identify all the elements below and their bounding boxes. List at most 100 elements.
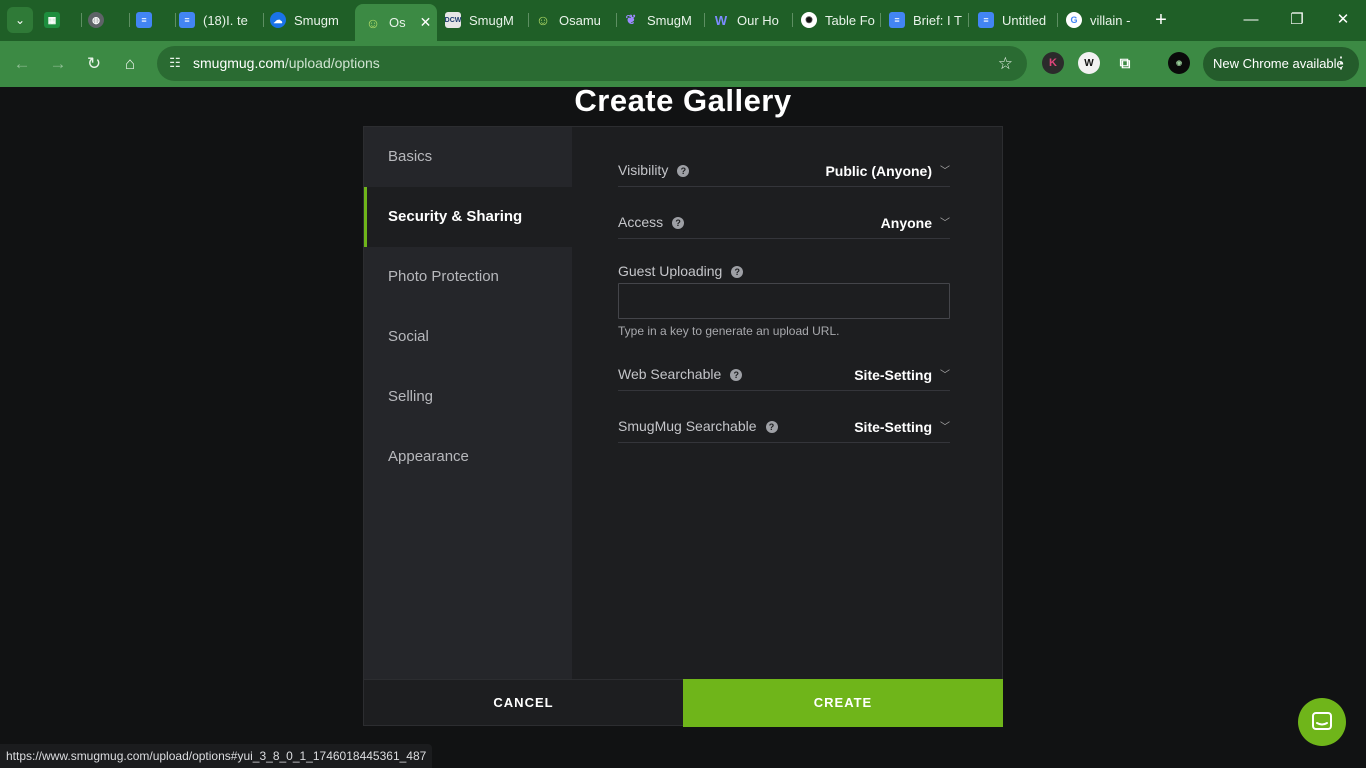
openai-icon: ✺ (801, 12, 817, 28)
chevron-down-icon: ⌄ (14, 13, 26, 27)
cloud-icon: ☁ (270, 12, 286, 28)
smugmug-icon: ☺ (535, 12, 551, 28)
docs-icon: ≡ (179, 12, 195, 28)
restore-icon[interactable]: ❐ (1285, 8, 1309, 32)
web-searchable-row: Web Searchable? Site-Setting ﹀ (618, 357, 950, 391)
tab-title: villain - (1090, 12, 1131, 28)
profile-avatar[interactable]: ◉ (1168, 52, 1190, 74)
browser-toolbar: ← → ↻ ⌂ ☷ smugmug.com/upload/options ☆ K… (0, 41, 1366, 87)
smugmug-icon: ☺ (365, 14, 381, 31)
tab-smugmug-cloud[interactable]: ☁ Smugm (270, 5, 352, 35)
smugmug-searchable-row: SmugMug Searchable? Site-Setting ﹀ (618, 409, 950, 443)
guest-uploading-hint: Type in a key to generate an upload URL. (618, 324, 840, 338)
minimize-icon[interactable]: — (1239, 8, 1263, 32)
chevron-down-icon: ﹀ (940, 218, 950, 229)
url-text[interactable]: smugmug.com/upload/options (193, 55, 380, 71)
page-title: Create Gallery (574, 83, 792, 118)
nav-photo-protection[interactable]: Photo Protection (364, 247, 572, 307)
feather-icon: ❦ (625, 12, 637, 27)
visibility-label: Visibility? (618, 162, 690, 178)
nav-basics[interactable]: Basics (364, 127, 572, 187)
security-settings-panel: Visibility? Public (Anyone) ﹀ Access? Any… (572, 127, 1002, 679)
google-icon: G (1066, 12, 1082, 28)
tab-title: Untitled (1002, 12, 1047, 28)
tab-title: Smugm (294, 12, 339, 28)
help-icon[interactable]: ? (765, 421, 778, 433)
bookmark-star-icon[interactable]: ☆ (998, 54, 1013, 74)
visibility-row: Visibility? Public (Anyone) ﹀ (618, 153, 950, 187)
nav-selling[interactable]: Selling (364, 367, 572, 427)
help-icon[interactable]: ? (672, 217, 685, 229)
tab-title: SmugM (647, 12, 692, 28)
tab-villain[interactable]: G villain - (1066, 5, 1142, 35)
smugmug-searchable-select[interactable]: Site-Setting ﹀ (854, 418, 950, 435)
tab-brief[interactable]: ≡ Brief: I T (889, 5, 969, 35)
dcw-icon: DCW (445, 12, 461, 28)
chrome-update-button[interactable]: New Chrome available ⋮ (1203, 47, 1359, 81)
status-bar-url: https://www.smugmug.com/upload/options#y… (0, 744, 433, 768)
guest-uploading-label: Guest Uploading? (618, 263, 744, 279)
tab-title: Table Fo (825, 12, 875, 28)
tab-title: Osamu (559, 12, 601, 28)
tab-title: SmugM (469, 12, 514, 28)
guest-uploading-input[interactable] (618, 283, 950, 319)
tab-osamu[interactable]: ☺ Osamu (535, 5, 617, 35)
tab-docs-2[interactable]: ≡ (18)I. te (179, 5, 264, 35)
forward-icon[interactable]: → (46, 52, 70, 76)
tab-active[interactable]: ☺ Os ✕ (355, 4, 437, 41)
nav-social[interactable]: Social (364, 307, 572, 367)
nav-security-sharing[interactable]: Security & Sharing (364, 187, 572, 247)
new-tab-button[interactable]: + (1151, 8, 1171, 32)
dialog-footer: CANCEL CREATE (364, 679, 1003, 727)
menu-dots-icon[interactable]: ⋮ (1333, 47, 1349, 81)
extension-w-icon[interactable]: W (1078, 52, 1100, 74)
tab-docs-1[interactable]: ≡ (136, 5, 176, 35)
help-icon[interactable]: ? (730, 369, 743, 381)
tab-search-button[interactable]: ⌄ (7, 7, 33, 33)
back-icon[interactable]: ← (10, 52, 34, 76)
tab-sheets[interactable]: ▦ (44, 5, 82, 35)
create-button[interactable]: CREATE (683, 679, 1003, 727)
web-searchable-label: Web Searchable? (618, 366, 743, 382)
reload-icon[interactable]: ↻ (82, 52, 106, 76)
chat-icon (1312, 712, 1332, 730)
close-tab-icon[interactable]: ✕ (420, 14, 432, 31)
access-select[interactable]: Anyone ﹀ (881, 214, 950, 231)
tab-globe[interactable]: ◍ (88, 5, 130, 35)
cancel-button[interactable]: CANCEL (364, 680, 683, 726)
access-row: Access? Anyone ﹀ (618, 205, 950, 239)
close-window-icon[interactable]: ✕ (1331, 8, 1355, 32)
address-bar[interactable]: ☷ smugmug.com/upload/options ☆ (157, 46, 1027, 81)
chevron-down-icon: ﹀ (940, 370, 950, 381)
chat-support-button[interactable] (1298, 698, 1346, 746)
visibility-select[interactable]: Public (Anyone) ﹀ (825, 162, 950, 179)
tab-title: Os (389, 15, 406, 30)
sheets-icon: ▦ (44, 12, 60, 28)
web-searchable-select[interactable]: Site-Setting ﹀ (854, 366, 950, 383)
docs-icon: ≡ (136, 12, 152, 28)
chevron-down-icon: ﹀ (940, 166, 950, 177)
tab-title: Our Ho (737, 12, 779, 28)
site-info-icon[interactable]: ☷ (167, 55, 183, 71)
home-icon[interactable]: ⌂ (118, 52, 142, 76)
nav-appearance[interactable]: Appearance (364, 427, 572, 487)
extensions-puzzle-icon[interactable]: ⧉ (1114, 52, 1136, 74)
docs-icon: ≡ (889, 12, 905, 28)
help-icon[interactable]: ? (677, 165, 690, 177)
tab-title: (18)I. te (203, 12, 248, 28)
chevron-down-icon: ﹀ (940, 422, 950, 433)
extension-k-icon[interactable]: K (1042, 52, 1064, 74)
update-label: New Chrome available (1213, 56, 1344, 71)
settings-sidenav: Basics Security & Sharing Photo Protecti… (364, 127, 572, 679)
globe-icon: ◍ (88, 12, 104, 28)
tab-smugmug-dcw[interactable]: DCW SmugM (445, 5, 529, 35)
tab-untitled[interactable]: ≡ Untitled (978, 5, 1058, 35)
tab-our-home[interactable]: W Our Ho (713, 5, 793, 35)
create-gallery-dialog: Basics Security & Sharing Photo Protecti… (363, 126, 1003, 727)
tab-smugmug-feather[interactable]: ❦ SmugM (623, 5, 705, 35)
smugmug-searchable-label: SmugMug Searchable? (618, 418, 778, 434)
tab-strip: ⌄ ▦ ◍ ≡ ≡ (18)I. te ☁ Smugm ☺ Os ✕ DCW S… (0, 0, 1366, 41)
help-icon[interactable]: ? (731, 266, 744, 278)
tab-table[interactable]: ✺ Table Fo (801, 5, 881, 35)
tab-title: Brief: I T (913, 12, 962, 28)
